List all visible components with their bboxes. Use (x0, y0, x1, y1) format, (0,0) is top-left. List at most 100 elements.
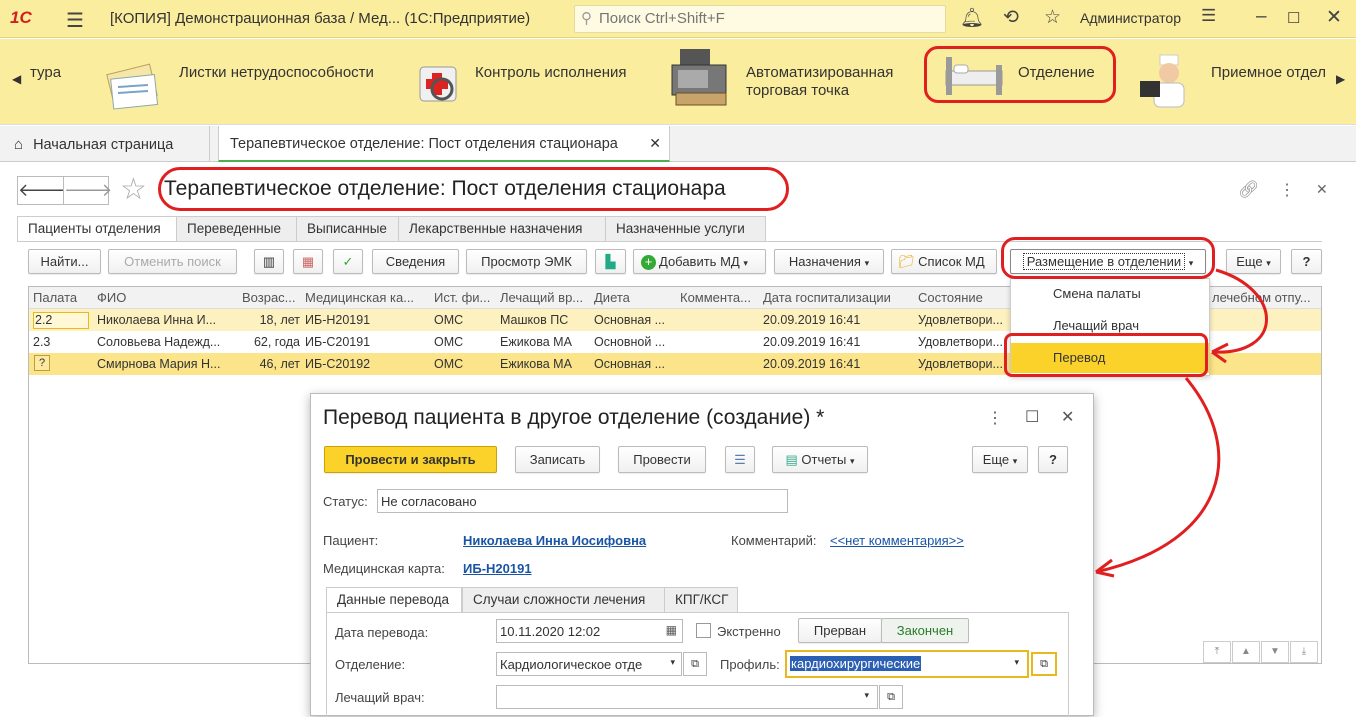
column-header[interactable]: Диета (594, 290, 674, 305)
reports-button[interactable]: ▤ Отчеты ▾ (772, 446, 868, 473)
close-form-icon[interactable]: ✕ (1316, 181, 1328, 198)
transfer-date-field[interactable]: 10.11.2020 12:02 ▦ (496, 619, 683, 643)
status-field[interactable]: Не согласовано (377, 489, 788, 513)
favorite-star-icon[interactable]: ☆ (120, 172, 147, 207)
scroll-right-icon[interactable]: ▶ (1336, 72, 1345, 86)
maximize-icon[interactable]: ☐ (1025, 407, 1039, 427)
checklist-icon: ✓ (342, 254, 354, 269)
section-department[interactable]: Отделение (938, 39, 1108, 125)
open-icon[interactable]: ⧉ (683, 652, 707, 676)
tab-patients[interactable]: Пациенты отделения (17, 216, 177, 242)
post-button[interactable]: Провести (618, 446, 706, 473)
column-header[interactable]: Коммента... (680, 290, 760, 305)
calendar-icon[interactable]: ▦ (666, 623, 677, 637)
save-button[interactable]: Записать (515, 446, 600, 473)
dropdown-arrow-icon[interactable]: ▾ (670, 657, 675, 668)
tab-medications[interactable]: Лекарственные назначения (398, 216, 606, 242)
department-field[interactable]: Кардиологическое отде ▾ (496, 652, 682, 676)
more-vertical-icon[interactable]: ⋮ (1279, 180, 1295, 200)
maximize-icon[interactable]: ☐ (1287, 9, 1300, 27)
history-icon[interactable]: ⟲ (1003, 6, 1019, 29)
checklist-button[interactable]: ✓ (333, 249, 363, 274)
back-button[interactable]: 🡐 (17, 176, 66, 205)
barcode-button[interactable]: ▥ (254, 249, 284, 274)
list-button[interactable]: ☰ (725, 446, 755, 473)
top-bar: 1С ☰ [КОПИЯ] Демонстрационная база / Мед… (0, 0, 1356, 38)
tab-home[interactable]: ⌂ Начальная страница (0, 126, 210, 162)
column-header[interactable]: Лечащий вр... (500, 290, 590, 305)
forward-button[interactable]: 🡒 (63, 176, 112, 205)
chart-button[interactable]: ▙ (595, 249, 626, 274)
scroll-down-icon[interactable]: ▼ (1261, 641, 1289, 663)
star-icon[interactable]: ☆ (1044, 6, 1061, 29)
window-tabs: ⌂ Начальная страница Терапевтическое отде… (0, 126, 1356, 162)
section-pos[interactable]: Автоматизированная торговая точка (664, 39, 914, 125)
user-name[interactable]: Администратор (1080, 10, 1181, 26)
dialog-help-button[interactable]: ? (1038, 446, 1068, 473)
doctor-field[interactable]: ▾ (496, 685, 878, 709)
close-tab-icon[interactable]: ✕ (649, 135, 661, 152)
close-icon[interactable]: ✕ (1326, 6, 1342, 29)
tab-discharged[interactable]: Выписанные (296, 216, 399, 242)
view-emk-button[interactable]: Просмотр ЭМК (466, 249, 587, 274)
column-header[interactable]: Ист. фи... (434, 290, 496, 305)
tab-complexity[interactable]: Случаи сложности лечения (462, 587, 665, 613)
column-header[interactable]: Дата госпитализации (763, 290, 913, 305)
finished-button[interactable]: Закончен (881, 618, 969, 643)
card-link[interactable]: ИБ-Н20191 (463, 561, 532, 576)
menu-icon[interactable]: ☰ (66, 8, 84, 33)
app-title: [КОПИЯ] Демонстрационная база / Мед... (… (110, 10, 531, 27)
section-item[interactable]: тура (30, 39, 90, 125)
add-md-button[interactable]: + Добавить МД ▾ (633, 249, 766, 274)
help-button[interactable]: ? (1291, 249, 1322, 274)
close-icon[interactable]: ✕ (1061, 407, 1074, 427)
list-md-button[interactable]: 📁︎ Список МД (891, 249, 997, 274)
scroll-left-icon[interactable]: ◀ (12, 72, 21, 86)
dropdown-arrow-icon[interactable]: ▾ (864, 690, 869, 701)
find-button[interactable]: Найти... (28, 249, 101, 274)
report-button[interactable]: ▦ (293, 249, 323, 274)
column-header[interactable]: Медицинская ка... (305, 290, 430, 305)
doctor-label: Лечащий врач: (335, 690, 425, 705)
interrupted-button[interactable]: Прерван (798, 618, 882, 643)
minimize-icon[interactable]: – (1256, 6, 1267, 28)
tab-services[interactable]: Назначенные услуги (605, 216, 766, 242)
patient-link[interactable]: Николаева Инна Иосифовна (463, 533, 646, 548)
tab-active-form[interactable]: Терапевтическое отделение: Пост отделени… (218, 126, 670, 162)
link-icon[interactable]: 🔗︎ (1238, 180, 1260, 200)
urgent-checkbox[interactable] (696, 623, 711, 638)
open-icon[interactable]: ⧉ (1031, 652, 1057, 676)
appointments-button[interactable]: Назначения ▾ (774, 249, 884, 274)
bell-icon[interactable]: 🔔︎ (960, 6, 984, 30)
tab-transfer-data[interactable]: Данные перевода (326, 587, 462, 613)
column-header[interactable]: ФИО (97, 290, 235, 305)
more-vertical-icon[interactable]: ⋮ (987, 408, 1003, 428)
column-header[interactable]: Возрас... (242, 290, 300, 305)
section-admission[interactable]: Приемное отдел (1132, 39, 1332, 125)
cancel-search-button[interactable]: Отменить поиск (108, 249, 237, 274)
settings-menu-icon[interactable]: ☰ (1201, 6, 1216, 26)
app-logo: 1С (10, 8, 32, 27)
dropdown-arrow-icon[interactable]: ▾ (1014, 657, 1019, 668)
global-search[interactable]: ⚲ (574, 5, 946, 33)
comment-label: Комментарий: (731, 533, 817, 548)
tab-transferred[interactable]: Переведенные (176, 216, 297, 242)
section-control[interactable]: Контроль исполнения (410, 39, 650, 125)
info-button[interactable]: Сведения (372, 249, 459, 274)
column-header[interactable]: Палата (33, 290, 91, 305)
scroll-top-icon[interactable]: ⤒ (1203, 641, 1231, 663)
column-header[interactable]: Состояние (918, 290, 1008, 305)
scroll-up-icon[interactable]: ▲ (1232, 641, 1260, 663)
bed-icon (945, 57, 1003, 95)
search-input[interactable] (599, 10, 929, 27)
profile-field[interactable]: кардиохирургические ▾ (785, 650, 1029, 678)
post-and-close-button[interactable]: Провести и закрыть (324, 446, 497, 473)
dropdown-arrow-icon: ▾ (864, 258, 870, 268)
dialog-more-button[interactable]: Еще ▾ (972, 446, 1028, 473)
tab-kpg-ksg[interactable]: КПГ/КСГ (664, 587, 738, 613)
comment-link[interactable]: <<нет комментария>> (830, 533, 964, 548)
section-sick-leave[interactable]: Листки нетрудоспособности (98, 39, 388, 125)
plus-circle-icon: + (641, 255, 656, 270)
open-icon[interactable]: ⧉ (879, 685, 903, 709)
scroll-bottom-icon[interactable]: ⤓ (1290, 641, 1318, 663)
